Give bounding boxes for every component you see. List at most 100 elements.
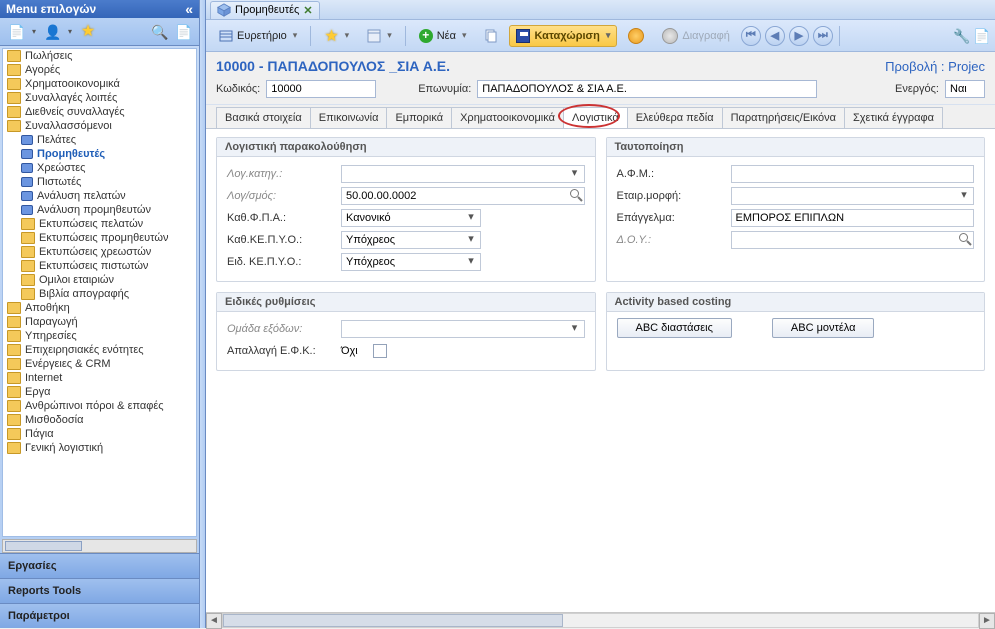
tree-item[interactable]: Εκτυπώσεις προμηθευτών	[3, 231, 196, 245]
sidebar-panel-parameters[interactable]: Παράμετροι	[0, 603, 199, 628]
tree-item[interactable]: Γενική λογιστική	[3, 441, 196, 455]
name-input[interactable]	[477, 80, 817, 98]
afm-input[interactable]	[731, 165, 975, 183]
dropdown-icon[interactable]: ▾	[463, 232, 479, 248]
sidebar: Menu επιλογών « 📄▾ 👤▾ ★ 🔍 📄 ΠωλήσειςΑγορ…	[0, 0, 200, 628]
expense-group-input[interactable]	[341, 320, 585, 338]
search-icon[interactable]	[569, 188, 583, 202]
efk-checkbox[interactable]	[373, 344, 387, 358]
vat-input[interactable]	[341, 209, 481, 227]
account-input[interactable]	[341, 187, 585, 205]
tree-item[interactable]: Χρηματοοικονομικά	[3, 77, 196, 91]
sidebar-panel-tasks[interactable]: Εργασίες	[0, 553, 199, 578]
tree-item[interactable]: Αγορές	[3, 63, 196, 77]
scroll-right-icon[interactable]: ►	[979, 613, 995, 629]
nav-first-button[interactable]: ⏮	[741, 26, 761, 46]
company-form-input[interactable]	[731, 187, 975, 205]
tree-item[interactable]: Προμηθευτές	[3, 147, 196, 161]
profession-input[interactable]	[731, 209, 975, 227]
sidebar-collapse-icon[interactable]: «	[185, 1, 193, 17]
tree-item[interactable]: Συναλλασσόμενοι	[3, 119, 196, 133]
acc-category-input[interactable]	[341, 165, 585, 183]
document-tab[interactable]: Προμηθευτές ✕	[210, 1, 320, 19]
tree-item[interactable]: Μισθοδοσία	[3, 413, 196, 427]
page-icon[interactable]: 📄	[973, 28, 989, 44]
detail-tab[interactable]: Παρατηρήσεις/Εικόνα	[722, 107, 845, 128]
nav-prev-button[interactable]: ◀	[765, 26, 785, 46]
sheet-button[interactable]: ▾	[360, 25, 399, 47]
tree-item[interactable]: Ενέργειες & CRM	[3, 357, 196, 371]
detail-tab[interactable]: Εμπορικά	[386, 107, 452, 128]
delete-button[interactable]: Διαγραφή	[655, 24, 737, 48]
tree-item[interactable]: Επιχειρησιακές ενότητες	[3, 343, 196, 357]
dropdown-icon[interactable]: ▾	[567, 166, 583, 182]
tree-item[interactable]: Εργα	[3, 385, 196, 399]
user-icon[interactable]: 👤	[44, 24, 60, 40]
index-button[interactable]: Ευρετήριο ▾	[212, 25, 304, 47]
dropdown-icon[interactable]: ▾	[463, 254, 479, 270]
folder-icon	[7, 50, 21, 62]
tree-item[interactable]: Εκτυπώσεις χρεωστών	[3, 245, 196, 259]
tree-item[interactable]: Συναλλαγές λοιπές	[3, 91, 196, 105]
new-button[interactable]: + Νέα ▾	[412, 25, 474, 47]
tree-item[interactable]: Πωλήσεις	[3, 49, 196, 63]
close-tab-icon[interactable]: ✕	[303, 4, 312, 17]
refresh-button[interactable]	[621, 24, 651, 48]
detail-tab[interactable]: Χρηματοοικονομικά	[451, 107, 564, 128]
tree-item[interactable]: Ανάλυση προμηθευτών	[3, 203, 196, 217]
search-icon[interactable]: 🔍	[151, 24, 167, 40]
detail-tab[interactable]: Ελεύθερα πεδία	[627, 107, 723, 128]
tree-item[interactable]: Εκτυπώσεις πελατών	[3, 217, 196, 231]
tree-item[interactable]: Χρεώστες	[3, 161, 196, 175]
dropdown-icon[interactable]: ▾	[463, 210, 479, 226]
copy-button[interactable]	[477, 25, 505, 47]
abc-models-button[interactable]: ABC μοντέλα	[772, 318, 875, 338]
menu-tree[interactable]: ΠωλήσειςΑγορέςΧρηματοοικονομικάΣυναλλαγέ…	[2, 48, 197, 537]
tree-item[interactable]: Ανάλυση πελατών	[3, 189, 196, 203]
tree-item[interactable]: Ανθρώπινοι πόροι & επαφές	[3, 399, 196, 413]
scroll-left-icon[interactable]: ◄	[206, 613, 222, 629]
tree-item[interactable]: Internet	[3, 371, 196, 385]
active-input[interactable]	[945, 80, 985, 98]
tree-item[interactable]: Παραγωγή	[3, 315, 196, 329]
tree-item[interactable]: Υπηρεσίες	[3, 329, 196, 343]
tree-item[interactable]: Εκτυπώσεις πιστωτών	[3, 259, 196, 273]
code-input[interactable]	[266, 80, 376, 98]
tree-item[interactable]: Διεθνείς συναλλαγές	[3, 105, 196, 119]
detail-tab[interactable]: Επικοινωνία	[310, 107, 388, 128]
tree-item[interactable]: Πελάτες	[3, 133, 196, 147]
notepad-icon[interactable]: 📄	[8, 24, 24, 40]
nav-next-button[interactable]: ▶	[789, 26, 809, 46]
save-button[interactable]: Καταχώριση ▾	[509, 25, 617, 47]
tree-item[interactable]: Πιστωτές	[3, 175, 196, 189]
tree-item-label: Χρεώστες	[37, 162, 85, 174]
tools-icon[interactable]: 🔧	[953, 28, 969, 44]
detail-tab[interactable]: Λογιστικά	[563, 107, 628, 128]
doy-input[interactable]	[731, 231, 975, 249]
tree-item-label: Συναλλαγές λοιπές	[25, 92, 117, 104]
sidebar-panel-reports-tools[interactable]: Reports Tools	[0, 578, 199, 603]
dropdown-icon[interactable]: ▾	[68, 27, 72, 36]
spkepyo-input[interactable]	[341, 253, 481, 271]
dropdown-icon[interactable]: ▾	[32, 27, 36, 36]
tree-item[interactable]: Ομιλοι εταιριών	[3, 273, 196, 287]
dropdown-icon[interactable]: ▾	[567, 321, 583, 337]
horizontal-scrollbar[interactable]: ◄ ►	[206, 612, 995, 628]
detail-tab[interactable]: Σχετικά έγγραφα	[844, 107, 943, 128]
tree-item[interactable]: Βιβλία απογραφής	[3, 287, 196, 301]
document-icon[interactable]: 📄	[175, 24, 191, 40]
search-icon[interactable]	[958, 232, 972, 246]
tree-item[interactable]: Αποθήκη	[3, 301, 196, 315]
tree-item-label: Εκτυπώσεις πελατών	[39, 218, 143, 230]
detail-tab[interactable]: Βασικά στοιχεία	[216, 107, 311, 128]
vat-label: Καθ.Φ.Π.Α.:	[227, 212, 337, 224]
favorites-icon[interactable]: ★	[80, 24, 96, 40]
nav-last-button[interactable]: ⏭	[813, 26, 833, 46]
splitter[interactable]	[200, 0, 206, 628]
dropdown-icon[interactable]: ▾	[956, 188, 972, 204]
kepyo-input[interactable]	[341, 231, 481, 249]
abc-dimensions-button[interactable]: ABC διαστάσεις	[617, 318, 732, 338]
horizontal-scrollbar[interactable]	[2, 539, 197, 553]
tree-item[interactable]: Πάγια	[3, 427, 196, 441]
star-button[interactable]: ★▾	[317, 22, 356, 50]
